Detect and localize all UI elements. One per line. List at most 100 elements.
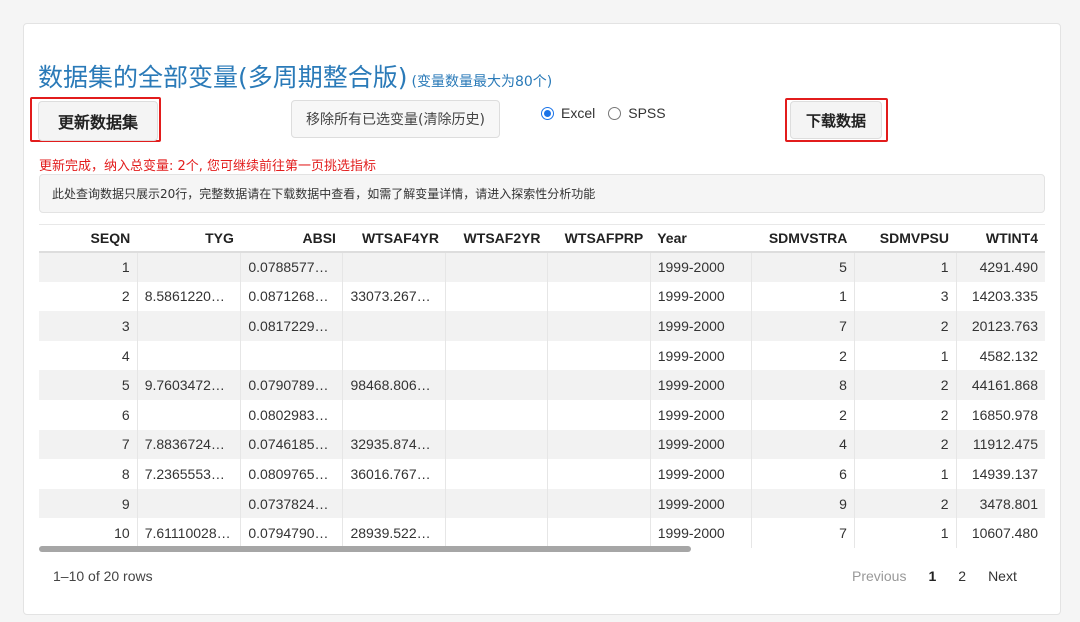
clear-variables-button[interactable]: 移除所有已选变量(清除历史) [291,100,500,138]
table-row: 2 8.5861220… 0.0871268… 33073.267… 1999-2000… [39,281,1045,312]
download-data-button[interactable]: 下载数据 [790,101,882,139]
radio-spss[interactable] [608,106,622,120]
column-header[interactable]: TYG [137,225,241,253]
radio-excel-label[interactable]: Excel [561,105,595,121]
column-header[interactable]: ABSI [240,225,343,253]
table-cell [342,399,446,430]
table-cell: 5 [751,252,855,282]
column-header[interactable]: SEQN [39,225,138,253]
table-cell [547,311,651,341]
table-cell [547,281,651,312]
data-table-container[interactable]: SEQN TYG ABSI WTSAF4YR WTSAF2YR WTSAFPRP… [39,224,1045,552]
status-message: 更新完成，纳入总变量: 2个, 您可继续前往第一页挑选指标 [39,159,377,174]
column-header[interactable]: WTSAF2YR [445,225,548,253]
table-cell: 0.0809765… [240,459,343,489]
table-cell: 1 [853,518,956,548]
column-header[interactable]: SDMVPSU [854,225,956,253]
notice-box: 此处查询数据只展示20行，完整数据请在下载数据中查看，如需了解变量详情，请进入探… [39,174,1045,213]
table-cell: 0.0871268… [240,281,343,312]
table-cell: 2 [853,370,956,400]
table-cell: 0.0788577… [240,252,343,282]
table-cell: 9.7603472… [136,370,241,400]
table-cell: 3 [39,311,138,341]
table-cell [342,488,446,519]
table-cell [240,340,343,371]
table-cell [547,488,651,519]
table-cell [445,459,548,489]
table-cell: 1999-2000 [649,429,752,460]
table-cell [136,399,241,430]
table-cell: 8.5861220… [136,281,241,312]
table-cell [547,429,651,460]
table-cell: 7.8836724… [136,429,241,460]
table-cell: 8 [751,370,855,400]
table-cell: 1999-2000 [649,518,752,548]
table-cell: 16850.978 [955,399,1045,430]
title-subtitle: (变量数量最大为80个) [411,74,553,90]
table-cell: 5 [39,370,138,400]
pagination-summary: 1–10 of 20 rows [53,568,153,584]
table-cell [445,340,548,371]
table-cell: 6 [751,459,855,489]
table-cell: 9 [39,488,138,519]
title-main: 数据集的全部变量(多周期整合版) [38,63,408,92]
column-header[interactable]: WTSAFPRP [547,225,651,253]
scrollbar-thumb[interactable] [39,546,691,552]
column-header[interactable]: WTSAF4YR [342,225,446,253]
radio-spss-label[interactable]: SPSS [628,105,665,121]
table-cell: 0.0794790… [240,518,343,548]
table-cell: 2 [751,340,855,371]
table-cell: 4582.132 [955,340,1045,371]
table-cell: 1 [853,252,956,282]
column-header[interactable]: SDMVSTRA [751,225,855,253]
pagination-next[interactable]: Next [988,568,1017,584]
table-cell: 33073.267… [342,281,446,312]
table-cell [342,252,446,282]
table-cell: 14939.137 [955,459,1045,489]
table-row: 6 0.0802983… 1999-2000 2 2 16850.978 [39,399,1045,430]
table-cell: 32935.874… [342,429,446,460]
table-cell [547,459,651,489]
table-cell: 10607.480 [955,518,1045,548]
table-cell: 0.0737824… [240,488,343,519]
table-cell [445,488,548,519]
table-cell: 2 [853,488,956,519]
data-table: SEQN TYG ABSI WTSAF4YR WTSAF2YR WTSAFPRP… [39,225,1045,548]
table-cell: 9 [751,488,855,519]
table-row: 7 7.8836724… 0.0746185… 32935.874… 1999-2000… [39,429,1045,460]
table-row: 10 7.61110028… 0.0794790… 28939.522… 1999-20… [39,518,1045,548]
table-cell: 0.0817229… [240,311,343,341]
pagination-previous[interactable]: Previous [852,568,906,584]
table-cell: 7.2365553… [136,459,241,489]
pagination-page-2[interactable]: 2 [958,568,966,584]
table-cell: 1 [853,340,956,371]
table-cell: 4 [751,429,855,460]
table-cell: 2 [853,399,956,430]
table-cell: 1 [853,459,956,489]
table-cell: 1 [39,252,138,282]
table-cell [342,311,446,341]
radio-excel[interactable] [541,106,554,120]
table-cell [547,399,651,430]
table-cell: 2 [121,288,130,305]
table-cell [136,488,241,519]
table-cell: 1999-2000 [649,281,752,312]
table-cell: 4291.490 [955,252,1045,282]
table-cell: 7 [751,518,855,548]
table-cell [445,429,548,460]
table-header-row: SEQN TYG ABSI WTSAF4YR WTSAF2YR WTSAFPRP… [39,225,1045,253]
table-cell: 3478.801 [955,488,1045,519]
horizontal-scrollbar[interactable] [39,545,1045,553]
table-cell [136,340,241,371]
table-cell: 0.0746185… [240,429,343,460]
pagination-page-1[interactable]: 1 [928,568,936,584]
column-header[interactable]: Year [650,225,752,253]
table-cell: 1999-2000 [649,311,752,341]
table-row: 1 0.0788577… 1999-2000 5 1 4291.490 [39,252,1045,282]
column-header[interactable]: WTINT4 [956,225,1045,253]
table-cell: 0.0802983… [240,399,343,430]
update-dataset-button[interactable]: 更新数据集 [38,101,158,141]
table-cell: 20123.763 [955,311,1045,341]
table-cell [547,340,651,371]
table-cell [136,311,241,341]
